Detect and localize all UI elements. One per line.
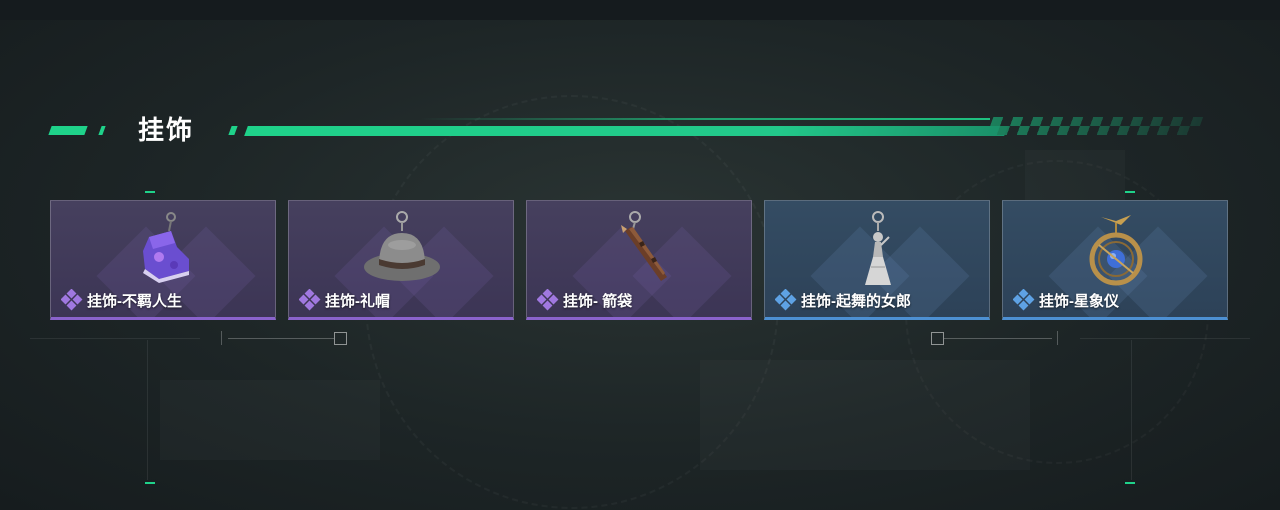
section-title: 挂饰 [138,115,195,145]
corner-tick [1125,191,1135,193]
item-name: 挂饰-起舞的女郎 [801,292,911,310]
item-label: 挂饰-礼帽 [299,289,390,311]
item-name: 挂饰-礼帽 [325,292,390,310]
decor-line [30,338,200,339]
rarity-diamond-icon [1013,289,1035,311]
rarity-diamond-icon [537,289,559,311]
header-accent-bar [48,126,88,135]
header-checker-pattern [986,117,1204,135]
item-label: 挂饰-起舞的女郎 [775,289,911,311]
header-accent-line [244,126,1008,136]
item-name: 挂饰-不羁人生 [87,292,182,310]
decor-line [147,340,148,480]
decor-square [334,332,347,345]
item-card[interactable]: 挂饰-起舞的女郎 [764,200,990,320]
corner-tick [145,482,155,484]
astrolabe-charm-icon [1089,215,1143,286]
item-name: 挂饰-星象仪 [1039,292,1119,310]
header-thin-line [420,118,990,120]
item-card[interactable]: 挂饰- 箭袋 [526,200,752,320]
dancing-lady-charm-icon [865,211,891,285]
rarity-diamond-icon [61,289,83,311]
decor-square [931,332,944,345]
item-list: 挂饰-不羁人生 挂饰-礼帽 挂饰- 箭袋 挂饰-起舞的女郎 挂饰-星象仪 [50,200,1230,322]
top-strip [0,0,1280,20]
decor-line [1131,340,1132,480]
header-accent-bar [228,126,238,135]
rarity-diamond-icon [775,289,797,311]
background-shape [160,380,380,460]
header-accent-bar [98,126,106,135]
decor-line [944,338,1052,339]
item-label: 挂饰-星象仪 [1013,289,1119,311]
rarity-diamond-icon [299,289,321,311]
decor-line [1080,338,1250,339]
item-label: 挂饰- 箭袋 [537,289,632,311]
background-shape [700,360,1030,470]
item-card[interactable]: 挂饰-礼帽 [288,200,514,320]
item-name: 挂饰- 箭袋 [563,292,633,310]
corner-tick [145,191,155,193]
decor-line [228,338,334,339]
decor-line [221,331,222,345]
item-card[interactable]: 挂饰-星象仪 [1002,200,1228,320]
fedora-hat-charm-icon [364,211,440,281]
item-card[interactable]: 挂饰-不羁人生 [50,200,276,320]
sneaker-charm-icon [143,212,189,283]
corner-tick [1125,482,1135,484]
quiver-charm-icon [621,211,667,281]
decor-line [1057,331,1058,345]
item-label: 挂饰-不羁人生 [61,289,182,311]
